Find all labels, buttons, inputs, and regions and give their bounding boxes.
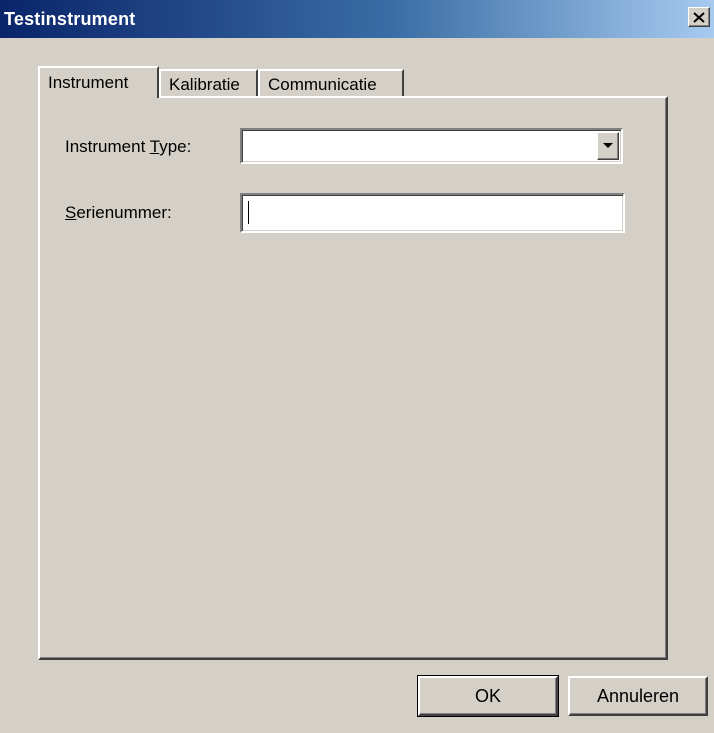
cancel-button[interactable]: Annuleren [568,676,708,716]
instrument-type-select[interactable] [240,128,623,164]
instrument-type-dropdown-button[interactable] [597,132,619,160]
instrument-type-label-accel: T [149,137,160,156]
ok-button-label: OK [474,685,501,706]
instrument-type-label-part2: ype: [159,137,192,156]
serienummer-label-accel: S [65,203,77,222]
instrument-type-label: Instrument Type: [65,137,191,157]
instrument-type-label-part1: Instrument [65,137,150,156]
tab-instrument[interactable]: Instrument [38,66,159,98]
close-icon [693,11,705,23]
cancel-button-label: Annuleren [596,685,680,706]
tab-instrument-label: Instrument [48,73,129,92]
title-bar[interactable]: Testinstrument [0,0,714,38]
tab-panel-instrument [38,96,668,660]
serienummer-label: Serienummer: [65,203,172,223]
close-button[interactable] [688,7,710,27]
text-caret [248,201,249,224]
window-title: Testinstrument [4,9,136,29]
ok-button[interactable]: OK [417,675,559,717]
chevron-down-icon [603,143,613,148]
serienummer-input[interactable] [240,193,625,233]
tab-kalibratie-label: Kalibratie [169,75,240,94]
serienummer-label-rest: erienummer: [76,203,172,222]
tab-communicatie-label: Communicatie [268,75,377,94]
tab-kalibratie[interactable]: Kalibratie [159,69,258,98]
tab-communicatie[interactable]: Communicatie [258,69,404,98]
